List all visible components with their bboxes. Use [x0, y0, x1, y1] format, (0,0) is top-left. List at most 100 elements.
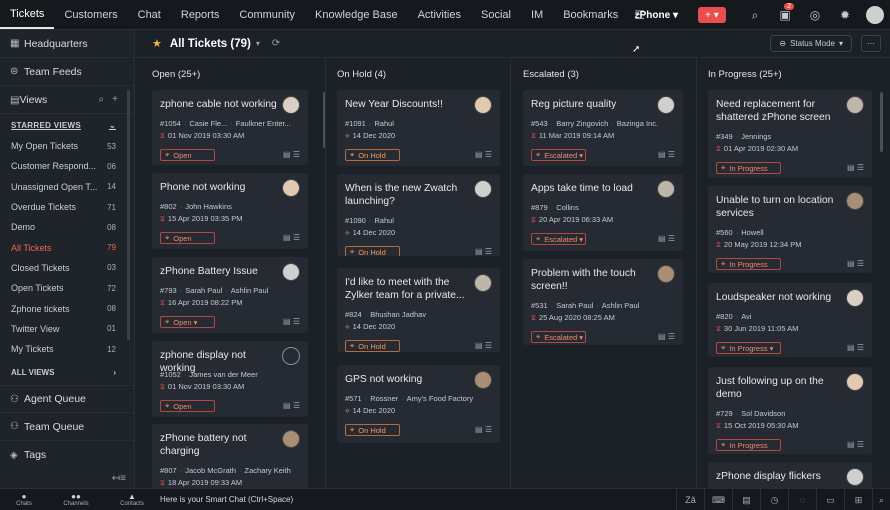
- channels-button[interactable]: ●● Channels: [48, 492, 104, 507]
- contacts-button[interactable]: ▲ Contacts: [104, 492, 160, 507]
- sidebar-view-item[interactable]: My Open Tickets 53: [0, 136, 134, 156]
- notes-icon[interactable]: ▤: [732, 489, 760, 510]
- keyboard-icon[interactable]: ⌨: [704, 489, 732, 510]
- language-icon[interactable]: Zǎ: [676, 489, 704, 510]
- column-scrollbar[interactable]: [880, 92, 883, 152]
- status-dropdown[interactable]: ⌖ Open: [160, 232, 215, 244]
- user-avatar[interactable]: [866, 6, 884, 24]
- ticket-subject[interactable]: Phone not working: [160, 181, 282, 194]
- sidebar-view-item[interactable]: Open Tickets 72: [0, 278, 134, 298]
- ticket-card[interactable]: When is the new Zwatch launching? #1090 · R…: [337, 174, 500, 256]
- tab-activities[interactable]: Activities: [408, 0, 471, 29]
- contact-name[interactable]: Rossner: [370, 394, 398, 403]
- ticket-card[interactable]: GPS not working #571 · Rossner · Amy's Food F…: [337, 365, 500, 443]
- clock-icon[interactable]: ◷: [760, 489, 788, 510]
- chevron-down-icon[interactable]: ▾: [256, 39, 260, 48]
- contact-name[interactable]: Collins: [556, 203, 579, 212]
- assignee-avatar[interactable]: [282, 263, 300, 281]
- card-action-icons[interactable]: ▤ ☰: [658, 332, 675, 341]
- account-name[interactable]: Ashlin Paul: [602, 301, 640, 310]
- card-action-icons[interactable]: ▤ ☰: [475, 425, 492, 434]
- notifications-icon[interactable]: ▣ 2: [770, 3, 800, 22]
- ticket-card[interactable]: Loudspeaker not working #820 · Avi ⧖ 30 Jun 2…: [708, 283, 872, 357]
- sidebar-view-item[interactable]: Closed Tickets 03: [0, 258, 134, 278]
- card-action-icons[interactable]: ▤ ☰: [847, 163, 864, 172]
- contact-name[interactable]: Bhushan Jadhav: [370, 310, 426, 319]
- ticket-subject[interactable]: zPhone battery not charging: [160, 432, 282, 458]
- contact-name[interactable]: Avi: [741, 312, 751, 321]
- add-button[interactable]: + ▾: [698, 7, 726, 23]
- ticket-card[interactable]: zPhone battery not charging #807 · Jacob Mc…: [152, 424, 308, 488]
- ticket-subject[interactable]: I'd like to meet with the Zylker team fo…: [345, 276, 467, 302]
- starred-views-header[interactable]: STARRED VIEWS ⌄: [0, 114, 134, 136]
- card-action-icons[interactable]: ▤ ☰: [658, 234, 675, 243]
- sidebar-item-team-queue[interactable]: ⚇ Team Queue: [0, 413, 134, 442]
- card-action-icons[interactable]: ▤ ☰: [283, 150, 300, 159]
- collapse-sidebar-icon[interactable]: ↤≡: [112, 473, 126, 484]
- assignee-avatar[interactable]: [657, 96, 675, 114]
- ticket-subject[interactable]: Problem with the touch screen!!: [531, 267, 653, 293]
- tab-bookmarks[interactable]: Bookmarks: [553, 0, 628, 29]
- contact-name[interactable]: Sarah Paul: [556, 301, 593, 310]
- sidebar-item-tags[interactable]: ◈ Tags: [0, 441, 134, 469]
- ticket-subject[interactable]: Apps take time to load: [531, 182, 653, 195]
- assignee-avatar[interactable]: [657, 265, 675, 283]
- assignee-avatar[interactable]: [474, 274, 492, 292]
- chat-icon[interactable]: ◌: [788, 489, 816, 510]
- ticket-subject[interactable]: zphone cable not working: [160, 98, 282, 111]
- ticket-card[interactable]: Need replacement for shattered zPhone sc…: [708, 90, 872, 178]
- card-action-icons[interactable]: ▤ ☰: [847, 440, 864, 449]
- assignee-avatar[interactable]: [846, 373, 864, 391]
- account-name[interactable]: Ashlin Paul: [231, 286, 269, 295]
- status-dropdown[interactable]: ⌖ In Progress: [716, 258, 781, 270]
- ticket-card[interactable]: zPhone display flickers: [708, 462, 872, 488]
- add-view-icon[interactable]: +: [112, 94, 126, 105]
- ticket-card[interactable]: Unable to turn on location services #560 ·…: [708, 186, 872, 273]
- contact-name[interactable]: Rahul: [374, 119, 394, 128]
- sidebar-item-views[interactable]: ▤Views ⌕+: [0, 86, 134, 114]
- status-dropdown[interactable]: ⌖ On Hold: [345, 246, 400, 256]
- status-dropdown[interactable]: ⌖ In Progress: [716, 439, 781, 451]
- ticket-subject[interactable]: Loudspeaker not working: [716, 291, 838, 304]
- assignee-avatar[interactable]: [282, 347, 300, 365]
- contact-name[interactable]: James van der Meer: [189, 370, 257, 379]
- ticket-subject[interactable]: zPhone display flickers: [716, 470, 838, 483]
- status-dropdown[interactable]: ⌖ Escalated ▾: [531, 149, 586, 161]
- ticket-subject[interactable]: zPhone Battery Issue: [160, 265, 282, 278]
- status-dropdown[interactable]: ⌖ On Hold: [345, 149, 400, 161]
- status-dropdown[interactable]: ⌖ Escalated ▾: [531, 331, 586, 343]
- sidebar-item-headquarters[interactable]: ▦ Headquarters: [0, 30, 134, 58]
- status-dropdown[interactable]: ⌖ Escalated ▾: [531, 233, 586, 245]
- screen-icon[interactable]: ▭: [816, 489, 844, 510]
- status-dropdown[interactable]: ⌖ Open: [160, 400, 215, 412]
- account-name[interactable]: Faulkner Enter...: [236, 119, 291, 128]
- ticket-card[interactable]: I'd like to meet with the Zylker team fo…: [337, 268, 500, 352]
- search-views-icon[interactable]: ⌕: [99, 94, 113, 105]
- contact-name[interactable]: John Hawkins: [185, 202, 232, 211]
- ticket-card[interactable]: zPhone Battery Issue #793 · Sarah Paul · Ashl…: [152, 257, 308, 333]
- sidebar-view-item[interactable]: Twitter View 01: [0, 319, 134, 339]
- tab-reports[interactable]: Reports: [171, 0, 230, 29]
- account-name[interactable]: Amy's Food Factory: [407, 394, 473, 403]
- card-action-icons[interactable]: ▤ ☰: [475, 341, 492, 350]
- ticket-card[interactable]: New Year Discounts!! #1091 · Rahul ⟡ 14 Dec 2…: [337, 90, 500, 166]
- contact-name[interactable]: Barry Zingovich: [556, 119, 608, 128]
- assignee-avatar[interactable]: [474, 371, 492, 389]
- card-action-icons[interactable]: ▤ ☰: [283, 317, 300, 326]
- ticket-card[interactable]: Phone not working #802 · John Hawkins ⧖ 15 Ap…: [152, 173, 308, 249]
- status-dropdown[interactable]: ⌖ In Progress ▾: [716, 342, 781, 354]
- assignee-avatar[interactable]: [846, 192, 864, 210]
- sidebar-item-agent-queue[interactable]: ⚇ Agent Queue: [0, 385, 134, 414]
- tab-im[interactable]: IM: [521, 0, 553, 29]
- tab-community[interactable]: Community: [229, 0, 305, 29]
- star-icon[interactable]: ★: [152, 37, 162, 50]
- ticket-subject[interactable]: Need replacement for shattered zPhone sc…: [716, 98, 838, 124]
- assignee-avatar[interactable]: [657, 180, 675, 198]
- gear-icon[interactable]: ✹: [830, 8, 860, 22]
- card-action-icons[interactable]: ▤ ☰: [658, 150, 675, 159]
- ticket-subject[interactable]: Just following up on the demo: [716, 375, 838, 401]
- sidebar-view-item[interactable]: Unassigned Open T... 14: [0, 177, 134, 197]
- tab-social[interactable]: Social: [471, 0, 521, 29]
- status-dropdown[interactable]: ⌖ On Hold: [345, 340, 400, 352]
- tab-chat[interactable]: Chat: [128, 0, 171, 29]
